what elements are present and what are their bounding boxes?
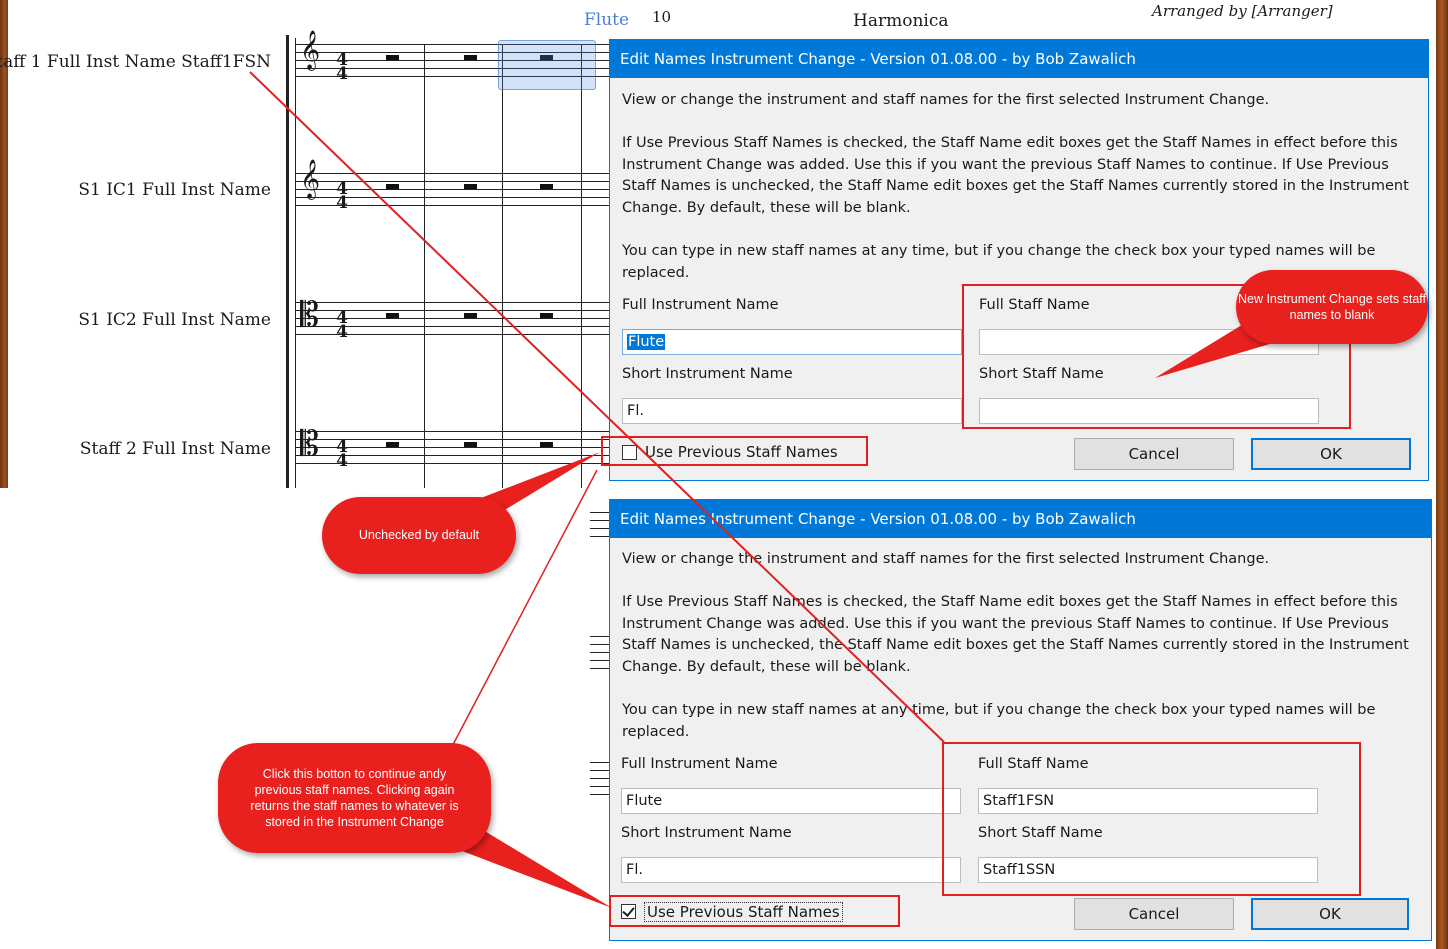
callout-new-instrument-change: New Instrument Change sets staff names t…	[1236, 270, 1428, 344]
callout-unchecked-by-default: Unchecked by default	[322, 497, 516, 574]
annotation-line-staff-name	[249, 71, 945, 743]
callout-click-button: Click this botton to continue andy previ…	[218, 743, 491, 853]
